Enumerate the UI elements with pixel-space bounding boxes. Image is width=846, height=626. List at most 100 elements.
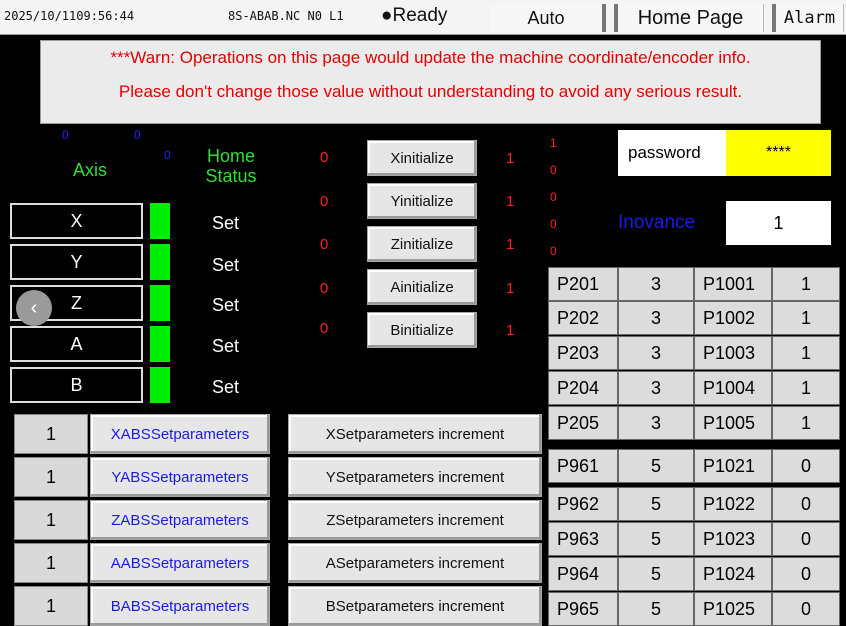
param-value-cell[interactable]: 5 xyxy=(618,487,694,521)
param-id-cell: P205 xyxy=(548,406,618,440)
param-id-cell: P204 xyxy=(548,371,618,405)
inovance-value[interactable]: 1 xyxy=(726,201,831,245)
param-value-2-cell[interactable]: 1 xyxy=(772,406,840,440)
home-indicator-x xyxy=(150,203,170,239)
home-indicator-y xyxy=(150,244,170,280)
param-value-cell[interactable]: 5 xyxy=(618,449,694,483)
param-id-2-cell: P1023 xyxy=(694,522,772,556)
axis-name-x: X xyxy=(10,203,143,239)
param-id-cell: P961 xyxy=(548,449,618,483)
red-flag-1: 1 xyxy=(550,136,557,150)
init-right-b: 1 xyxy=(506,322,515,339)
y-initialize-button[interactable]: Yinitialize xyxy=(367,183,477,219)
init-right-z: 1 xyxy=(506,236,515,253)
param-value-2-cell[interactable]: 1 xyxy=(772,336,840,370)
param-value-cell[interactable]: 3 xyxy=(618,371,694,405)
inovance-label: Inovance xyxy=(618,203,726,243)
param-id-2-cell: P1021 xyxy=(694,449,772,483)
axis-small-zero-3: 0 xyxy=(164,148,171,162)
home-status-x: Set xyxy=(212,213,240,233)
red-flag-2: 0 xyxy=(550,163,557,177)
param-id-cell: P963 xyxy=(548,522,618,556)
datetime: 2025/10/1109:56:44 xyxy=(4,9,135,23)
param-id-cell: P962 xyxy=(548,487,618,521)
x-abs-setparameters-button[interactable]: XABSSetparameters xyxy=(90,414,270,454)
ready-status: ●Ready xyxy=(381,5,448,26)
abs-value-b[interactable]: 1 xyxy=(14,586,88,626)
param-id-2-cell: P1005 xyxy=(694,406,772,440)
warning-box: ***Warn: Operations on this page would u… xyxy=(40,40,821,124)
param-value-2-cell[interactable]: 0 xyxy=(772,557,840,591)
param-value-cell[interactable]: 3 xyxy=(618,301,694,335)
red-flag-4: 0 xyxy=(550,217,557,231)
back-arrow-icon[interactable]: ‹ xyxy=(16,290,52,326)
red-flag-5: 0 xyxy=(550,244,557,258)
mode-auto-button[interactable]: Auto xyxy=(490,4,606,32)
warning-line-1: ***Warn: Operations on this page would u… xyxy=(110,48,751,67)
param-id-2-cell: P1004 xyxy=(694,371,772,405)
init-left-y: 0 xyxy=(320,193,329,210)
param-value-cell[interactable]: 5 xyxy=(618,557,694,591)
param-id-2-cell: P1001 xyxy=(694,267,772,301)
init-left-a: 0 xyxy=(320,280,329,297)
abs-value-a[interactable]: 1 xyxy=(14,543,88,583)
param-id-cell: P201 xyxy=(548,267,618,301)
axis-name-b: B xyxy=(10,367,143,403)
home-indicator-b xyxy=(150,367,170,403)
home-status-z: Set xyxy=(212,295,240,315)
x-setparameters-increment-button[interactable]: XSetparameters increment xyxy=(288,414,542,454)
a-initialize-button[interactable]: Ainitialize xyxy=(367,269,477,305)
abs-value-y[interactable]: 1 xyxy=(14,457,88,497)
warning-line-2: Please don't change those value without … xyxy=(118,82,743,101)
param-value-2-cell[interactable]: 1 xyxy=(772,267,840,301)
param-id-2-cell: P1024 xyxy=(694,557,772,591)
red-flag-3: 0 xyxy=(550,190,557,204)
b-setparameters-increment-button[interactable]: BSetparameters increment xyxy=(288,586,542,626)
abs-value-z[interactable]: 1 xyxy=(14,500,88,540)
param-value-2-cell[interactable]: 0 xyxy=(772,592,840,626)
init-left-x: 0 xyxy=(320,149,329,166)
z-initialize-button[interactable]: Zinitialize xyxy=(367,226,477,262)
home-indicator-z xyxy=(150,285,170,321)
init-right-y: 1 xyxy=(506,193,515,210)
program-name: 8S-ABAB.NC N0 L1 xyxy=(228,9,344,23)
x-initialize-button[interactable]: Xinitialize xyxy=(367,140,477,176)
z-abs-setparameters-button[interactable]: ZABSSetparameters xyxy=(90,500,270,540)
axis-small-zero-2: 0 xyxy=(134,128,141,142)
param-value-2-cell[interactable]: 1 xyxy=(772,371,840,405)
axis-name-a: A xyxy=(10,326,143,362)
param-value-2-cell[interactable]: 0 xyxy=(772,487,840,521)
param-id-cell: P202 xyxy=(548,301,618,335)
param-id-cell: P203 xyxy=(548,336,618,370)
b-initialize-button[interactable]: Binitialize xyxy=(367,312,477,348)
param-id-2-cell: P1003 xyxy=(694,336,772,370)
param-value-2-cell[interactable]: 1 xyxy=(772,301,840,335)
a-setparameters-increment-button[interactable]: ASetparameters increment xyxy=(288,543,542,583)
param-id-cell: P964 xyxy=(548,557,618,591)
home-status-a: Set xyxy=(212,336,240,356)
param-value-2-cell[interactable]: 0 xyxy=(772,449,840,483)
y-abs-setparameters-button[interactable]: YABSSetparameters xyxy=(90,457,270,497)
tab-home-page[interactable]: Home Page xyxy=(614,4,764,32)
init-left-z: 0 xyxy=(320,236,329,253)
password-label: password xyxy=(618,130,726,176)
param-value-2-cell[interactable]: 0 xyxy=(772,522,840,556)
axis-small-zero-1: 0 xyxy=(62,128,69,142)
a-abs-setparameters-button[interactable]: AABSSetparameters xyxy=(90,543,270,583)
y-setparameters-increment-button[interactable]: YSetparameters increment xyxy=(288,457,542,497)
param-value-cell[interactable]: 5 xyxy=(618,592,694,626)
status-bar: 2025/10/1109:56:44 8S-ABAB.NC N0 L1 ●Rea… xyxy=(0,0,846,35)
password-field[interactable]: **** xyxy=(726,130,831,176)
init-left-b: 0 xyxy=(320,320,329,337)
param-value-cell[interactable]: 3 xyxy=(618,267,694,301)
param-id-2-cell: P1025 xyxy=(694,592,772,626)
b-abs-setparameters-button[interactable]: BABSSetparameters xyxy=(90,586,270,626)
param-value-cell[interactable]: 3 xyxy=(618,336,694,370)
param-id-cell: P965 xyxy=(548,592,618,626)
param-value-cell[interactable]: 3 xyxy=(618,406,694,440)
param-id-2-cell: P1002 xyxy=(694,301,772,335)
tab-alarm[interactable]: Alarm xyxy=(772,4,844,32)
param-value-cell[interactable]: 5 xyxy=(618,522,694,556)
abs-value-x[interactable]: 1 xyxy=(14,414,88,454)
z-setparameters-increment-button[interactable]: ZSetparameters increment xyxy=(288,500,542,540)
